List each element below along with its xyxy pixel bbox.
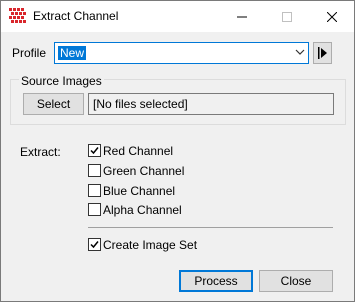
checkbox-box — [88, 164, 101, 177]
chevron-down-icon — [295, 49, 305, 55]
selected-files-field: [No files selected] — [88, 93, 334, 115]
profile-play-button[interactable] — [313, 42, 332, 64]
blue-channel-label: Blue Channel — [103, 184, 176, 198]
checkbox-box — [88, 144, 101, 157]
maximize-button[interactable] — [264, 1, 309, 32]
title-bar: Extract Channel — [1, 1, 354, 32]
profile-dropdown[interactable]: New — [54, 42, 309, 64]
close-icon — [326, 11, 337, 23]
profile-label: Profile — [12, 46, 47, 60]
maximize-icon — [281, 12, 292, 23]
checkbox-box — [88, 184, 101, 197]
checkmark-icon — [90, 147, 99, 155]
create-image-set-label: Create Image Set — [103, 238, 198, 252]
extract-channel-dialog: Extract Channel Profile New Source Image… — [0, 0, 355, 302]
channel-grid-icon — [9, 8, 26, 25]
checkmark-icon — [90, 241, 99, 249]
window-title: Extract Channel — [33, 9, 119, 23]
alpha-channel-label: Alpha Channel — [103, 203, 182, 217]
checkbox-box — [88, 238, 101, 251]
play-icon — [318, 47, 327, 59]
process-button[interactable]: Process — [179, 270, 253, 292]
red-channel-label: Red Channel — [103, 144, 174, 158]
divider — [88, 227, 333, 228]
checkbox-box — [88, 203, 101, 216]
select-files-button[interactable]: Select — [23, 93, 84, 115]
minimize-button[interactable] — [219, 1, 264, 32]
close-button[interactable]: Close — [259, 270, 333, 292]
profile-value: New — [58, 46, 87, 60]
source-images-title: Source Images — [19, 74, 104, 88]
close-window-button[interactable] — [309, 1, 354, 32]
extract-label: Extract: — [20, 145, 61, 159]
green-channel-label: Green Channel — [103, 164, 185, 178]
minimize-icon — [236, 16, 247, 18]
